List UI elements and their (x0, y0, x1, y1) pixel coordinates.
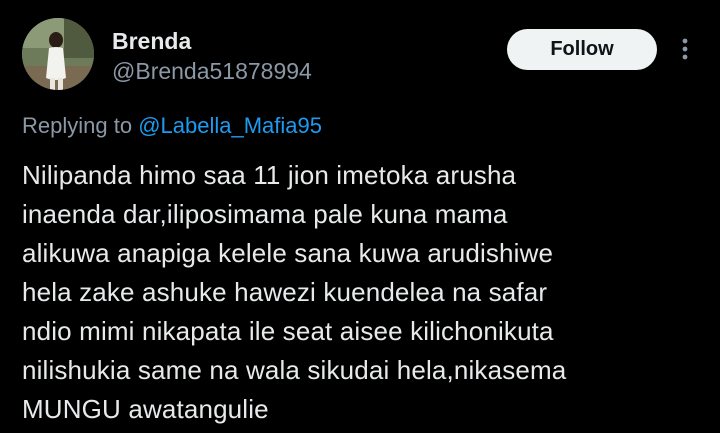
tweet-text-line: alikuwa anapiga kelele sana kuwa arudish… (22, 238, 554, 268)
tweet-text-line: Nilipanda himo saa 11 jion imetoka arush… (22, 160, 517, 190)
tweet-text-line: inaenda dar,iliposimama pale kuna mama (22, 199, 508, 229)
tweet-text-line: ndio mimi nikapata ile seat aisee kilich… (22, 316, 554, 346)
replying-to-prefix: Replying to (22, 113, 133, 138)
replying-to-line: Replying to @Labella_Mafia95 (22, 112, 322, 140)
profile-photo-icon (22, 18, 94, 90)
author-handle[interactable]: @Brenda51878994 (112, 57, 312, 85)
replying-to-mention-link[interactable]: @Labella_Mafia95 (138, 113, 322, 138)
tweet-text-line: hela zake ashuke hawezi kuendelea na saf… (22, 277, 548, 307)
follow-button[interactable]: Follow (507, 29, 657, 70)
author-display-name[interactable]: Brenda (112, 27, 191, 55)
more-options-icon[interactable] (678, 34, 692, 64)
avatar[interactable] (22, 18, 94, 90)
tweet-text: Nilipanda himo saa 11 jion imetoka arush… (22, 156, 702, 429)
tweet-text-line: nilishukia same na wala sikudai hela,nik… (22, 355, 567, 385)
tweet-text-line: MUNGU awatangulie (22, 394, 269, 424)
more-options-dots (682, 38, 688, 60)
